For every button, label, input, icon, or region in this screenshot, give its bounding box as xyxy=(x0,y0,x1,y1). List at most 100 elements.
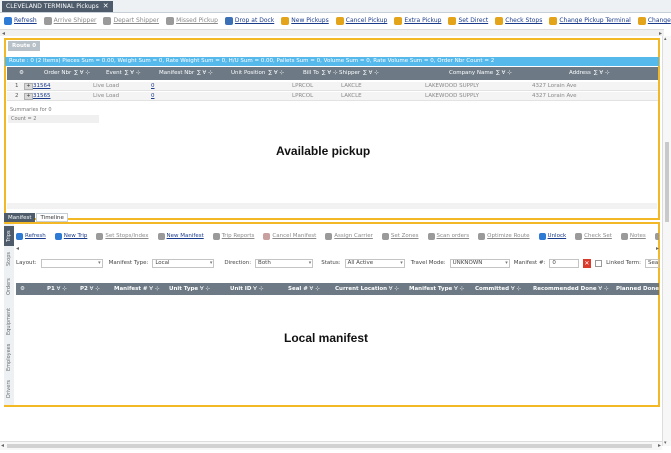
column-header[interactable]: Committed ∀ ⊹ xyxy=(475,283,521,295)
manifest-toolbar-button-5[interactable]: Cancel Manifest xyxy=(263,232,316,240)
column-filter-icon[interactable]: ∑ ∀ ⊹ xyxy=(197,70,213,76)
column-filter-icon[interactable]: ∀ ⊹ xyxy=(509,286,521,292)
toolbar-button-10[interactable]: Change Pickup Terminal xyxy=(549,16,631,25)
close-icon[interactable]: ✕ xyxy=(103,1,109,12)
column-filter-icon[interactable]: ∀ ⊹ xyxy=(308,286,320,292)
scroll-left-icon[interactable]: ◂ xyxy=(2,30,5,37)
side-tab-trips[interactable]: Trips xyxy=(4,226,14,246)
column-header[interactable]: Unit Position ∑ ∀ ⊹ xyxy=(231,67,284,80)
manifest-toolbar-button-3[interactable]: New Manifest xyxy=(157,232,204,240)
manifest-toolbar-button-8[interactable]: Scan orders xyxy=(427,232,469,240)
column-header[interactable]: Company Name ∑ ∀ ⊹ xyxy=(449,67,512,80)
pickup-grid-scrollbar[interactable] xyxy=(7,203,657,209)
side-tab-employees[interactable]: Employees xyxy=(4,340,14,374)
column-header[interactable]: Unit ID ∀ ⊹ xyxy=(230,283,263,295)
table-row[interactable]: 2 +31565 Live Load 0 LPRCOL LAKCLE LAKEWOOD SU… xyxy=(7,92,658,101)
manifest-toolbar-button-2[interactable]: Set Stops/Index xyxy=(96,232,149,240)
search-input[interactable]: Sea xyxy=(644,258,659,268)
column-header[interactable]: Address ∑ ∀ ⊹ xyxy=(569,67,609,80)
scroll-down-icon[interactable]: ▾ xyxy=(664,440,667,446)
column-filter-icon[interactable]: ∀ ⊹ xyxy=(452,286,464,292)
toolbar-button-9[interactable]: Check Stops xyxy=(495,16,542,25)
column-header[interactable]: Planned Done xyxy=(616,283,659,295)
toolbar-button-8[interactable]: Set Direct xyxy=(448,16,488,25)
column-header[interactable]: Current Location ∀ ⊹ xyxy=(335,283,399,295)
manifest-toolbar-button-13[interactable]: Car xyxy=(654,232,659,240)
column-filter-icon[interactable]: ∀ ⊹ xyxy=(55,286,67,292)
manifest-toolbar-button-1[interactable]: New Trip xyxy=(54,232,87,240)
manifest-toolbar-button-7[interactable]: Set Zones xyxy=(381,232,419,240)
column-filter-icon[interactable]: ∑ ∀ ⊹ xyxy=(125,70,141,76)
linked-term-checkbox[interactable] xyxy=(595,259,603,267)
column-header[interactable]: Manifest # ∀ ⊹ xyxy=(114,283,159,295)
manifest-type-select[interactable]: Local ▾ xyxy=(152,258,215,268)
column-header[interactable]: Event ∑ ∀ ⊹ xyxy=(106,67,140,80)
side-tab-equipment[interactable]: Equipment xyxy=(4,304,14,338)
column-filter-icon[interactable]: ∑ ∀ ⊹ xyxy=(363,70,379,76)
column-header[interactable]: P1 ∀ ⊹ xyxy=(47,283,67,295)
column-header[interactable]: Seal # ∀ ⊹ xyxy=(288,283,320,295)
manifest-number-input[interactable]: 0 xyxy=(549,258,579,268)
grid-settings-icon[interactable]: ⚙ xyxy=(19,67,24,80)
cell-manifest[interactable]: 0 xyxy=(151,92,155,101)
clear-filter-icon[interactable]: ✕ xyxy=(582,258,592,268)
column-header[interactable]: Recommended Done ∀ ⊹ xyxy=(533,283,609,295)
manifest-toolbar-button-11[interactable]: Check Set xyxy=(575,232,612,240)
column-filter-icon[interactable]: ∀ ⊹ xyxy=(387,286,399,292)
column-header[interactable]: Order Nbr ∑ ∀ ⊹ xyxy=(44,67,90,80)
cell-order[interactable]: 31564 xyxy=(33,82,51,91)
column-header[interactable]: Shipper ∑ ∀ ⊹ xyxy=(339,67,379,80)
manifest-toolbar-button-4[interactable]: Trip Reports xyxy=(212,232,254,240)
toolbar-button-4[interactable]: Drop at Dock xyxy=(224,16,274,25)
status-select[interactable]: All Active ▾ xyxy=(344,258,405,268)
column-filter-icon[interactable]: ∑ ∀ ⊹ xyxy=(322,70,338,76)
cell-manifest[interactable]: 0 xyxy=(151,82,155,91)
column-filter-icon[interactable]: ∑ ∀ ⊹ xyxy=(268,70,284,76)
vertical-scrollbar[interactable]: ▴ ▾ xyxy=(662,36,671,446)
tab-timeline[interactable]: Timeline xyxy=(36,213,68,222)
toolbar-button-0[interactable]: Refresh xyxy=(4,16,37,25)
column-header[interactable]: P2 ∀ ⊹ xyxy=(80,283,100,295)
travel-mode-select[interactable]: UNKNOWN ▾ xyxy=(449,258,510,268)
column-filter-icon[interactable]: ∀ ⊹ xyxy=(148,286,159,292)
column-header[interactable]: Manifest Type ∀ ⊹ xyxy=(409,283,464,295)
scroll-thumb[interactable] xyxy=(665,142,669,222)
table-row[interactable]: 1 +31564 Live Load 0 LPRCOL LAKCLE LAKEWOOD SU… xyxy=(7,82,658,91)
column-filter-icon[interactable]: ∑ ∀ ⊹ xyxy=(496,70,512,76)
scroll-left-icon[interactable]: ◂ xyxy=(1,442,4,449)
tab-manifest[interactable]: Manifest xyxy=(4,213,36,222)
toolbar-button-2[interactable]: Depart Shipper xyxy=(103,16,159,25)
column-header[interactable]: Unit Type ∀ ⊹ xyxy=(169,283,210,295)
row-expand-button[interactable]: + xyxy=(24,83,33,90)
side-tab-drivers[interactable]: Drivers xyxy=(4,376,14,402)
column-header[interactable]: Bill To ∑ ∀ ⊹ xyxy=(303,67,337,80)
row-expand-button[interactable]: + xyxy=(24,93,33,100)
manifest-toolbar-button-10[interactable]: Unlock xyxy=(538,232,566,240)
side-tab-orders[interactable]: Orders xyxy=(4,272,14,302)
column-filter-icon[interactable]: ∀ ⊹ xyxy=(597,286,608,292)
toolbar-button-11[interactable]: Change xyxy=(637,16,671,25)
window-tab[interactable]: CLEVELAND TERMINAL Pickups ✕ xyxy=(2,1,113,12)
toolbar-button-6[interactable]: Cancel Pickup xyxy=(335,16,387,25)
top-horizontal-scrollbar[interactable]: ◂ ▸ xyxy=(0,29,664,37)
scroll-left-icon[interactable]: ◂ xyxy=(16,245,19,252)
column-filter-icon[interactable]: ∀ ⊹ xyxy=(251,286,263,292)
toolbar-button-7[interactable]: Extra Pickup xyxy=(394,16,441,25)
scroll-thumb[interactable] xyxy=(7,444,652,448)
column-header[interactable]: Manifest Nbr ∑ ∀ ⊹ xyxy=(159,67,213,80)
scroll-right-icon[interactable]: ▸ xyxy=(658,442,661,449)
column-filter-icon[interactable]: ∀ ⊹ xyxy=(88,286,100,292)
manifest-toolbar-scroll[interactable]: ◂ ▸ xyxy=(16,245,659,252)
bottom-horizontal-scrollbar[interactable]: ◂ ▸ xyxy=(0,441,662,450)
side-tab-stops[interactable]: Stops xyxy=(4,248,14,270)
scroll-up-icon[interactable]: ▴ xyxy=(664,36,667,42)
layout-select[interactable]: ▾ xyxy=(40,258,103,268)
manifest-toolbar-button-0[interactable]: Refresh xyxy=(16,232,46,240)
toolbar-button-5[interactable]: New Pickups xyxy=(281,16,329,25)
manifest-toolbar-button-6[interactable]: Assign Carrier xyxy=(325,232,373,240)
column-filter-icon[interactable]: ∀ ⊹ xyxy=(198,286,210,292)
route-summary-bar[interactable]: Route : 0 (2 Items) Pieces Sum = 0.00, W… xyxy=(5,57,659,66)
column-filter-icon[interactable]: ∑ ∀ ⊹ xyxy=(594,70,610,76)
route-tab[interactable]: Route 0 xyxy=(8,41,41,51)
scroll-right-icon[interactable]: ▸ xyxy=(656,245,659,252)
